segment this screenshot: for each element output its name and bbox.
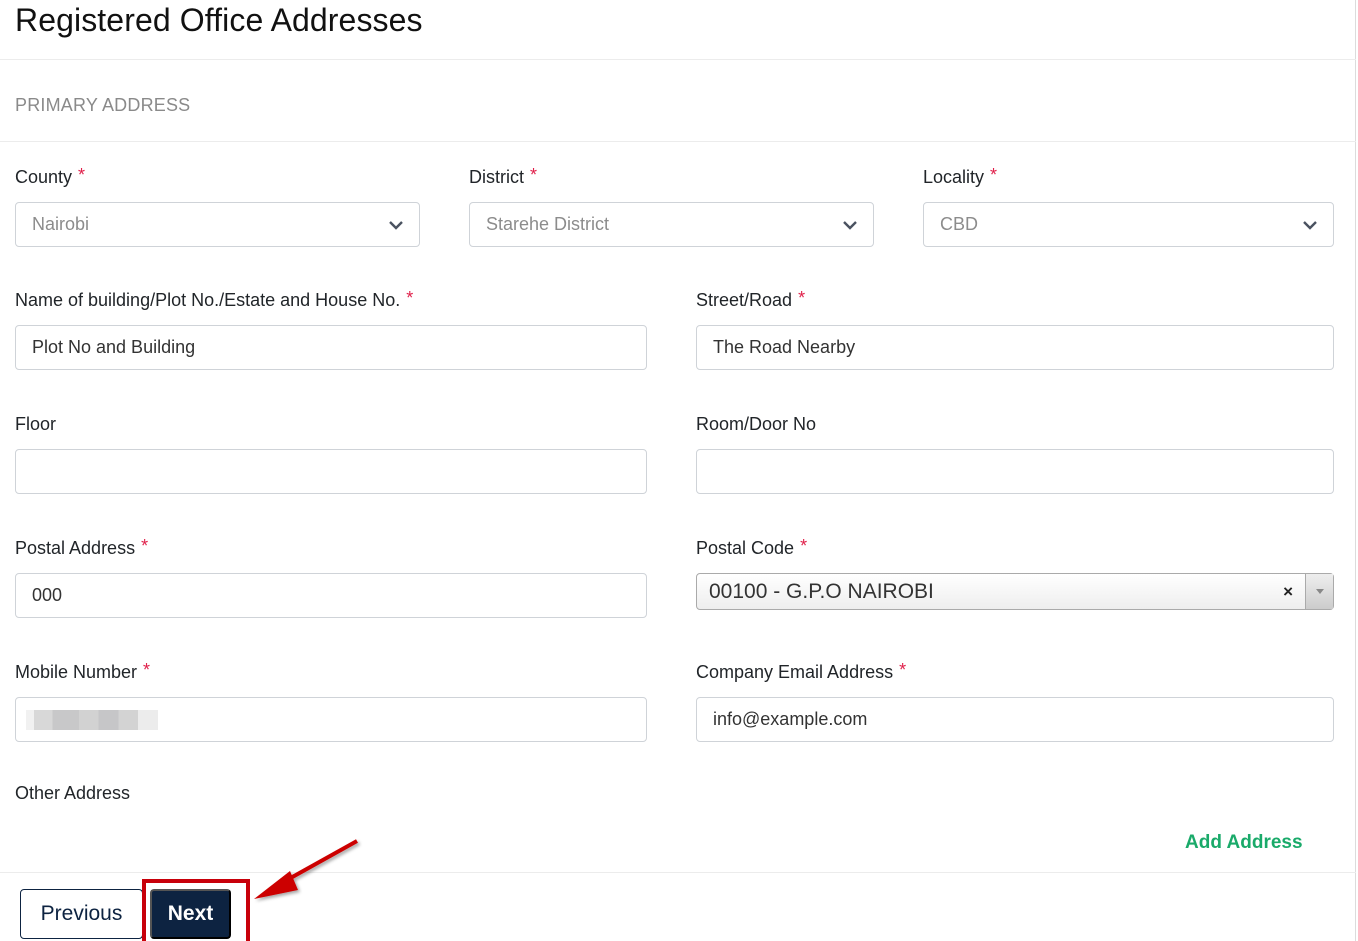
street-input[interactable]: The Road Nearby xyxy=(696,325,1334,370)
building-label: Name of building/Plot No./Estate and Hou… xyxy=(15,288,414,310)
street-label: Street/Road * xyxy=(696,288,806,310)
redacted-mobile-value xyxy=(26,709,158,730)
email-value: info@example.com xyxy=(713,709,868,729)
mobile-input[interactable] xyxy=(15,697,647,742)
next-button[interactable]: Next xyxy=(150,889,231,939)
required-marker: * xyxy=(406,288,414,308)
required-marker: * xyxy=(800,536,808,556)
previous-button[interactable]: Previous xyxy=(20,889,143,939)
footer-divider xyxy=(0,872,1356,873)
district-select[interactable]: Starehe District xyxy=(469,202,874,247)
email-input[interactable]: info@example.com xyxy=(696,697,1334,742)
postal-address-value: 000 xyxy=(32,585,63,605)
add-address-link[interactable]: Add Address xyxy=(1185,832,1303,854)
clear-icon[interactable]: × xyxy=(1283,582,1293,602)
building-input[interactable]: Plot No and Building xyxy=(15,325,647,370)
mobile-field: Mobile Number * xyxy=(15,659,647,742)
postal-code-field: Postal Code * 00100 - G.P.O NAIROBI × xyxy=(696,535,1334,610)
caret-down-icon xyxy=(1315,589,1324,594)
email-label: Company Email Address * xyxy=(696,660,907,682)
room-label: Room/Door No xyxy=(696,414,817,434)
required-marker: * xyxy=(798,288,806,308)
postal-address-field: Postal Address * 000 xyxy=(15,535,647,618)
postal-code-select[interactable]: 00100 - G.P.O NAIROBI × xyxy=(696,573,1334,610)
building-field: Name of building/Plot No./Estate and Hou… xyxy=(15,287,647,370)
postal-code-label: Postal Code * xyxy=(696,536,808,558)
locality-label: Locality * xyxy=(923,165,998,187)
required-marker: * xyxy=(78,165,86,185)
locality-select[interactable]: CBD xyxy=(923,202,1334,247)
postal-address-input[interactable]: 000 xyxy=(15,573,647,618)
room-field: Room/Door No xyxy=(696,411,1334,494)
divider xyxy=(0,141,1356,142)
floor-field: Floor xyxy=(15,411,647,494)
locality-value: CBD xyxy=(940,214,979,234)
district-value: Starehe District xyxy=(486,214,610,234)
required-marker: * xyxy=(990,165,998,185)
required-marker: * xyxy=(530,165,538,185)
building-value: Plot No and Building xyxy=(32,337,196,357)
chevron-down-icon xyxy=(1303,221,1317,230)
required-marker: * xyxy=(141,536,149,556)
divider xyxy=(0,59,1356,60)
county-field: County * Nairobi xyxy=(15,164,420,247)
section-title: PRIMARY ADDRESS xyxy=(15,95,191,115)
chevron-down-icon xyxy=(843,221,857,230)
email-field: Company Email Address * info@example.com xyxy=(696,659,1334,742)
required-marker: * xyxy=(899,660,907,680)
county-value: Nairobi xyxy=(32,214,90,234)
room-input[interactable] xyxy=(696,449,1334,494)
dropdown-toggle[interactable] xyxy=(1305,574,1333,609)
county-select[interactable]: Nairobi xyxy=(15,202,420,247)
postal-address-label: Postal Address * xyxy=(15,536,149,558)
registered-office-card: Registered Office Addresses PRIMARY ADDR… xyxy=(0,0,1356,941)
other-address-heading: Other Address xyxy=(15,783,131,803)
mobile-label: Mobile Number * xyxy=(15,660,151,682)
floor-input[interactable] xyxy=(15,449,647,494)
page-title: Registered Office Addresses xyxy=(15,2,423,38)
locality-field: Locality * CBD xyxy=(923,164,1334,247)
county-label: County * xyxy=(15,165,86,187)
district-label: District * xyxy=(469,165,538,187)
chevron-down-icon xyxy=(389,221,403,230)
street-value: The Road Nearby xyxy=(713,337,856,357)
postal-code-value: 00100 - G.P.O NAIROBI xyxy=(709,579,934,603)
street-field: Street/Road * The Road Nearby xyxy=(696,287,1334,370)
floor-label: Floor xyxy=(15,414,57,434)
required-marker: * xyxy=(143,660,151,680)
district-field: District * Starehe District xyxy=(469,164,874,247)
